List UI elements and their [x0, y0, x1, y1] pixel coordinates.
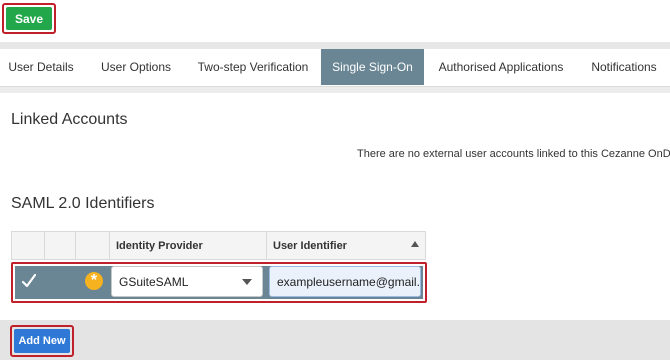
add-new-button-highlight: Add New	[10, 325, 74, 357]
tab-authorised-applications[interactable]: Authorised Applications	[428, 49, 574, 85]
save-button-highlight: Save	[2, 3, 56, 34]
selected-row-highlight: * GSuiteSAML exampleusername@gmail.co	[11, 262, 427, 303]
grid-header-identity-provider[interactable]: Identity Provider	[110, 232, 267, 259]
grid-header-status	[45, 232, 76, 259]
tab-user-details[interactable]: User Details	[0, 49, 82, 85]
check-icon[interactable]	[22, 272, 36, 290]
linked-accounts-title: Linked Accounts	[11, 111, 128, 128]
sort-ascending-icon[interactable]	[411, 241, 419, 247]
tab-bar: User Details User Options Two-step Verif…	[0, 49, 670, 87]
tab-single-sign-on[interactable]: Single Sign-On	[321, 49, 424, 85]
toolbar-divider	[0, 42, 670, 49]
user-identifier-value: exampleusername@gmail.co	[277, 274, 421, 289]
saml-identifiers-title: SAML 2.0 Identifiers	[11, 195, 155, 212]
tab-two-step-verification[interactable]: Two-step Verification	[188, 49, 318, 85]
tab-notifications[interactable]: Notifications	[580, 49, 668, 85]
user-identifier-input[interactable]: exampleusername@gmail.co	[269, 266, 421, 297]
linked-accounts-empty-message: There are no external user accounts link…	[357, 148, 670, 160]
table-row[interactable]: * GSuiteSAML exampleusername@gmail.co	[15, 266, 423, 299]
saml-identifiers-grid: Identity Provider User Identifier * GSui…	[11, 231, 427, 303]
add-new-button[interactable]: Add New	[14, 329, 70, 353]
grid-header: Identity Provider User Identifier	[11, 231, 426, 260]
top-toolbar: Save	[0, 0, 670, 42]
grid-header-user-identifier[interactable]: User Identifier	[267, 232, 425, 259]
grid-header-flag	[76, 232, 110, 259]
identity-provider-select[interactable]: GSuiteSAML	[111, 266, 263, 297]
identity-provider-value: GSuiteSAML	[119, 274, 189, 289]
chevron-down-icon[interactable]	[242, 279, 252, 285]
save-button[interactable]: Save	[6, 7, 52, 30]
grid-header-select	[12, 232, 45, 259]
footer-bar: Add New	[0, 320, 670, 360]
tab-divider	[0, 87, 670, 93]
grid-header-user-identifier-label: User Identifier	[273, 239, 347, 252]
tab-user-options[interactable]: User Options	[88, 49, 184, 85]
asterisk-icon: *	[85, 272, 103, 290]
